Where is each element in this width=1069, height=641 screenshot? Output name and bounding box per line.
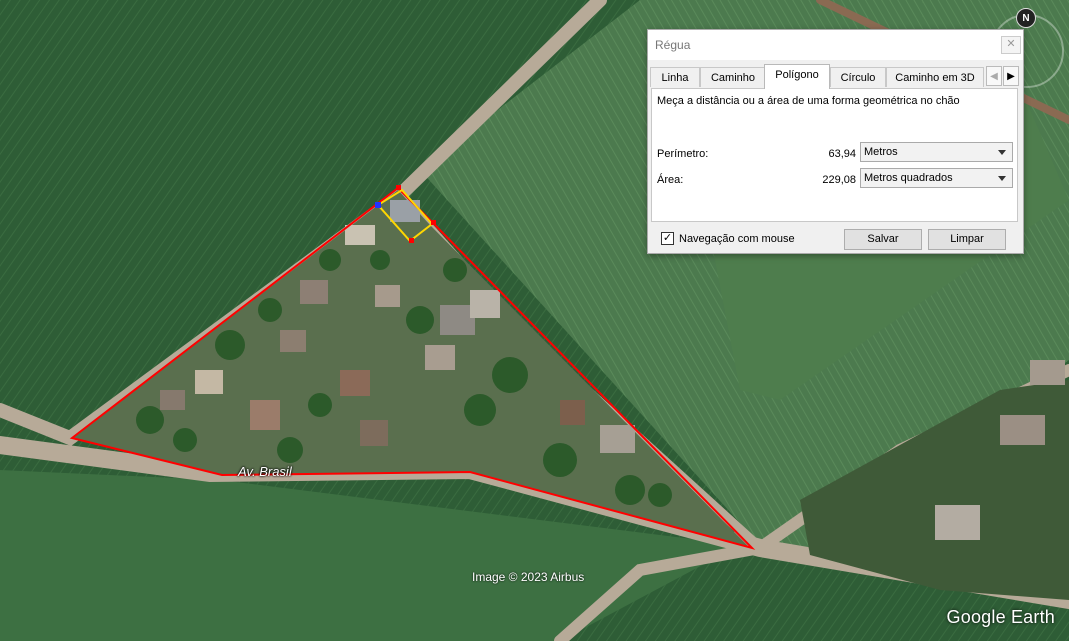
save-button[interactable]: Salvar	[844, 229, 922, 250]
perimeter-value: 63,94	[828, 148, 856, 160]
dialog-titlebar[interactable]: Régua ✕	[648, 30, 1023, 60]
tab-caminho[interactable]: Caminho	[700, 67, 766, 87]
clear-button[interactable]: Limpar	[928, 229, 1006, 250]
tab-panel: Meça a distância ou a área de uma forma …	[651, 88, 1018, 222]
area-unit-select[interactable]: Metros quadrados	[860, 168, 1013, 188]
ruler-dialog: Régua ✕ Linha Caminho Polígono Círculo C…	[647, 29, 1024, 254]
dialog-title: Régua	[655, 38, 691, 52]
mouse-navigation-checkbox[interactable]: ✓	[661, 232, 674, 245]
chevron-down-icon	[998, 150, 1006, 155]
tab-caminho-3d[interactable]: Caminho em 3D	[886, 67, 984, 87]
perimeter-label: Perímetro:	[657, 148, 709, 160]
tab-scroll-left-icon[interactable]: ◀	[986, 66, 1002, 86]
chevron-down-icon	[998, 176, 1006, 181]
perimeter-unit-select[interactable]: Metros	[860, 142, 1013, 162]
close-button[interactable]: ✕	[1001, 36, 1021, 54]
tool-description: Meça a distância ou a área de uma forma …	[657, 95, 960, 107]
perimeter-unit-value: Metros	[864, 146, 898, 158]
area-value: 229,08	[822, 174, 856, 186]
tab-poligono[interactable]: Polígono	[764, 64, 830, 89]
tab-bar: Linha Caminho Polígono Círculo Caminho e…	[650, 64, 1020, 89]
vertex-handle[interactable]	[409, 238, 414, 243]
tab-linha[interactable]: Linha	[650, 67, 700, 87]
vertex-handle-active[interactable]	[375, 202, 381, 208]
compass-north-icon[interactable]: N	[1016, 8, 1036, 28]
tab-scroll-right-icon[interactable]: ▶	[1003, 66, 1019, 86]
vertex-handle[interactable]	[396, 185, 401, 190]
area-unit-value: Metros quadrados	[864, 172, 953, 184]
tab-circulo[interactable]: Círculo	[830, 67, 886, 87]
vertex-handle[interactable]	[431, 220, 436, 225]
mouse-navigation-label[interactable]: Navegação com mouse	[679, 233, 795, 245]
area-label: Área:	[657, 174, 684, 186]
